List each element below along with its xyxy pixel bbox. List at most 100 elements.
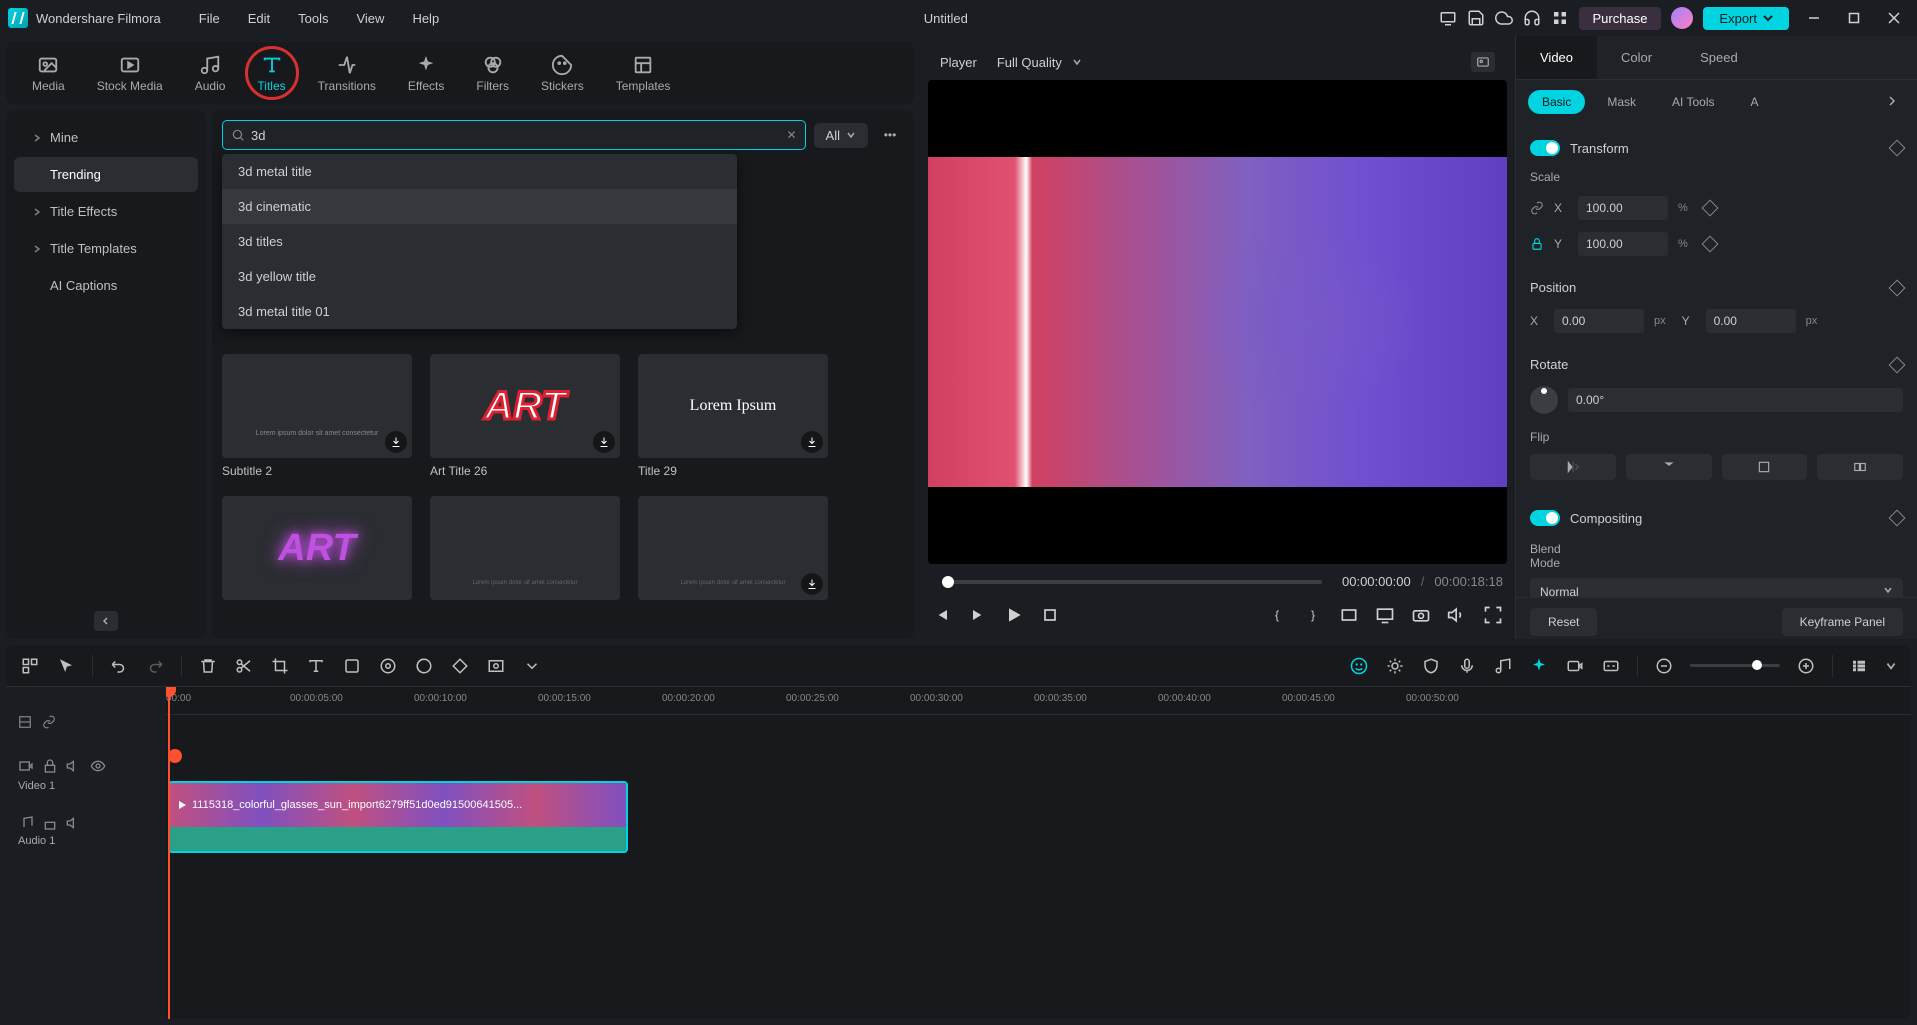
- tab-titles[interactable]: Titles: [241, 50, 301, 97]
- effect-tool-icon[interactable]: [1385, 656, 1405, 676]
- title-thumbnail[interactable]: ART Art Title 26: [430, 354, 620, 478]
- keyframe-button[interactable]: [1701, 200, 1718, 217]
- download-icon[interactable]: [801, 573, 823, 595]
- link-icon[interactable]: [1530, 201, 1544, 215]
- tab-effects[interactable]: Effects: [392, 50, 460, 97]
- fullscreen-button[interactable]: [1483, 605, 1503, 625]
- mark-out-button[interactable]: }: [1303, 605, 1323, 625]
- caption-icon[interactable]: [1601, 656, 1621, 676]
- inspector-tab-speed[interactable]: Speed: [1676, 36, 1762, 79]
- close-button[interactable]: [1879, 3, 1909, 33]
- title-thumbnail[interactable]: Lorem ipsum dolor sit amet consectetur: [430, 496, 620, 600]
- title-thumbnail[interactable]: Lorem ipsum dolor sit amet consectetur: [638, 496, 828, 600]
- zoom-in-icon[interactable]: [1796, 656, 1816, 676]
- subtab-more[interactable]: A: [1736, 90, 1772, 114]
- cloud-icon[interactable]: [1495, 9, 1513, 27]
- flip-horizontal-button[interactable]: [1530, 454, 1616, 480]
- player-scrubber[interactable]: [942, 580, 1322, 584]
- keyframe-panel-button[interactable]: Keyframe Panel: [1782, 608, 1903, 636]
- pos-x-input[interactable]: [1554, 309, 1644, 333]
- auto-reframe-icon[interactable]: [20, 656, 40, 676]
- zoom-slider[interactable]: [1690, 664, 1780, 667]
- playhead[interactable]: [168, 687, 170, 1019]
- tab-stickers[interactable]: Stickers: [525, 50, 600, 97]
- camera-button[interactable]: [1411, 605, 1431, 625]
- snapshot-button[interactable]: [1471, 52, 1495, 72]
- flip-vertical-button[interactable]: [1626, 454, 1712, 480]
- compositing-toggle[interactable]: [1530, 510, 1560, 526]
- keyframe-icon[interactable]: [450, 656, 470, 676]
- grid-icon[interactable]: [1551, 9, 1569, 27]
- maximize-button[interactable]: [1839, 3, 1869, 33]
- menu-tools[interactable]: Tools: [284, 5, 342, 32]
- flip-reset-button[interactable]: [1817, 454, 1903, 480]
- download-icon[interactable]: [801, 431, 823, 453]
- screen-button[interactable]: [1375, 605, 1395, 625]
- marker[interactable]: [168, 749, 182, 763]
- menu-file[interactable]: File: [185, 5, 234, 32]
- color-icon[interactable]: [414, 656, 434, 676]
- scale-x-input[interactable]: [1578, 196, 1668, 220]
- green-screen-icon[interactable]: [486, 656, 506, 676]
- shield-icon[interactable]: [1421, 656, 1441, 676]
- mark-in-button[interactable]: {: [1267, 605, 1287, 625]
- title-thumbnail[interactable]: Lorem Ipsum Title 29: [638, 354, 828, 478]
- suggestion-item[interactable]: 3d titles: [222, 224, 737, 259]
- sidebar-item-trending[interactable]: Trending: [14, 157, 198, 192]
- mute-audio-icon[interactable]: [66, 815, 82, 831]
- sidebar-item-title-effects[interactable]: Title Effects: [14, 194, 198, 229]
- redo-icon[interactable]: [145, 656, 165, 676]
- user-avatar[interactable]: [1671, 7, 1693, 29]
- minimize-button[interactable]: [1799, 3, 1829, 33]
- menu-view[interactable]: View: [342, 5, 398, 32]
- video-clip[interactable]: 1115318_colorful_glasses_sun_import6279f…: [168, 781, 628, 853]
- auto-icon[interactable]: [378, 656, 398, 676]
- sidebar-collapse-button[interactable]: [94, 611, 118, 631]
- subtab-mask[interactable]: Mask: [1593, 90, 1650, 114]
- lock-audio-icon[interactable]: [42, 815, 58, 831]
- crop-icon[interactable]: [270, 656, 290, 676]
- suggestion-item[interactable]: 3d metal title 01: [222, 294, 737, 329]
- zoom-out-icon[interactable]: [1654, 656, 1674, 676]
- audio-track-icon[interactable]: [18, 815, 34, 831]
- lock-track-icon[interactable]: [42, 758, 58, 774]
- stop-button[interactable]: [1040, 605, 1060, 625]
- split-icon[interactable]: [234, 656, 254, 676]
- purchase-button[interactable]: Purchase: [1579, 7, 1662, 30]
- mic-icon[interactable]: [1457, 656, 1477, 676]
- screen-icon[interactable]: [1439, 9, 1457, 27]
- undo-icon[interactable]: [109, 656, 129, 676]
- tab-stock-media[interactable]: Stock Media: [81, 50, 179, 97]
- more-tools-icon[interactable]: [522, 656, 542, 676]
- enhance-icon[interactable]: [1529, 656, 1549, 676]
- speed-icon[interactable]: [342, 656, 362, 676]
- reset-button[interactable]: Reset: [1530, 608, 1597, 636]
- keyframe-button[interactable]: [1889, 356, 1906, 373]
- subtab-basic[interactable]: Basic: [1528, 90, 1585, 114]
- filter-dropdown[interactable]: All: [814, 123, 868, 148]
- transform-toggle[interactable]: [1530, 140, 1560, 156]
- keyframe-button[interactable]: [1889, 510, 1906, 527]
- tab-filters[interactable]: Filters: [460, 50, 525, 97]
- chevron-down-icon[interactable]: [1885, 656, 1897, 676]
- next-frame-button[interactable]: [968, 605, 988, 625]
- keyframe-button[interactable]: [1701, 236, 1718, 253]
- hide-track-icon[interactable]: [90, 758, 106, 774]
- prev-frame-button[interactable]: [932, 605, 952, 625]
- search-input[interactable]: [251, 128, 780, 143]
- lock-icon[interactable]: [1530, 237, 1544, 251]
- timeline-ruler[interactable]: 00:0000:00:05:0000:00:10:0000:00:15:0000…: [166, 687, 1911, 715]
- keyframe-button[interactable]: [1889, 140, 1906, 157]
- suggestion-item[interactable]: 3d metal title: [222, 154, 737, 189]
- suggestion-item[interactable]: 3d cinematic: [222, 189, 737, 224]
- timeline-canvas[interactable]: 00:0000:00:05:0000:00:10:0000:00:15:0000…: [166, 687, 1911, 1019]
- suggestion-item[interactable]: 3d yellow title: [222, 259, 737, 294]
- title-thumbnail[interactable]: ART: [222, 496, 412, 600]
- link-toggle-icon[interactable]: [42, 715, 56, 729]
- blend-mode-select[interactable]: Normal: [1530, 578, 1903, 597]
- sidebar-item-mine[interactable]: Mine: [14, 120, 198, 155]
- rotate-input[interactable]: [1568, 388, 1903, 412]
- track-display-icon[interactable]: [1849, 656, 1869, 676]
- download-icon[interactable]: [593, 431, 615, 453]
- inspector-tab-video[interactable]: Video: [1516, 36, 1597, 79]
